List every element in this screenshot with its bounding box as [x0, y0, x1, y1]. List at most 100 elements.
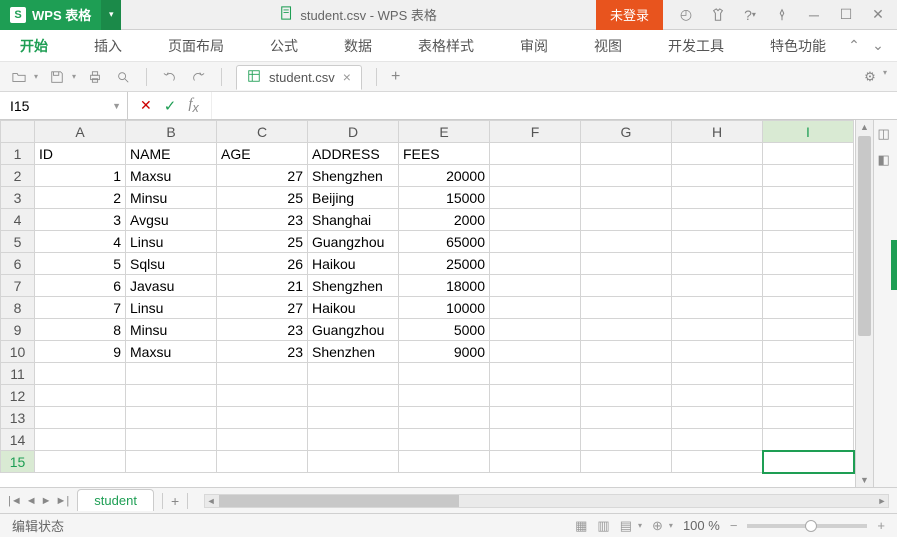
cell-B7[interactable]: Javasu: [126, 275, 217, 297]
scroll-down-icon[interactable]: ▼: [856, 473, 873, 487]
cell-G14[interactable]: [581, 429, 672, 451]
row-header-2[interactable]: 2: [1, 165, 35, 187]
tab-last-icon[interactable]: ►|: [56, 495, 70, 507]
cell-I14[interactable]: [763, 429, 854, 451]
row-header-14[interactable]: 14: [1, 429, 35, 451]
col-header-H[interactable]: H: [672, 121, 763, 143]
cell-F5[interactable]: [490, 231, 581, 253]
menu-item-3[interactable]: 公式: [268, 32, 300, 60]
cell-C3[interactable]: 25: [217, 187, 308, 209]
cell-F1[interactable]: [490, 143, 581, 165]
cell-E14[interactable]: [399, 429, 490, 451]
open-icon[interactable]: [10, 68, 28, 86]
cell-D6[interactable]: Haikou: [308, 253, 399, 275]
menu-item-2[interactable]: 页面布局: [166, 32, 226, 60]
menu-item-7[interactable]: 视图: [592, 32, 624, 60]
cell-A11[interactable]: [35, 363, 126, 385]
cell-D4[interactable]: Shanghai: [308, 209, 399, 231]
zoom-level[interactable]: 100 %: [683, 518, 720, 533]
cell-I10[interactable]: [763, 341, 854, 363]
zoom-slider[interactable]: [747, 524, 867, 528]
scroll-right-icon[interactable]: ►: [876, 495, 888, 507]
cell-D9[interactable]: Guangzhou: [308, 319, 399, 341]
cell-G12[interactable]: [581, 385, 672, 407]
cell-D11[interactable]: [308, 363, 399, 385]
cell-F8[interactable]: [490, 297, 581, 319]
cell-A10[interactable]: 9: [35, 341, 126, 363]
cell-C2[interactable]: 27: [217, 165, 308, 187]
cell-I1[interactable]: [763, 143, 854, 165]
cell-E9[interactable]: 5000: [399, 319, 490, 341]
cell-H11[interactable]: [672, 363, 763, 385]
cell-D1[interactable]: ADDRESS: [308, 143, 399, 165]
cell-H12[interactable]: [672, 385, 763, 407]
formula-input[interactable]: [211, 92, 897, 119]
tab-prev-icon[interactable]: ◄: [26, 495, 37, 507]
sync-icon[interactable]: ◴: [671, 0, 701, 30]
cell-H5[interactable]: [672, 231, 763, 253]
cell-E12[interactable]: [399, 385, 490, 407]
cell-G6[interactable]: [581, 253, 672, 275]
cell-A14[interactable]: [35, 429, 126, 451]
cell-A12[interactable]: [35, 385, 126, 407]
cell-A3[interactable]: 2: [35, 187, 126, 209]
cell-F4[interactable]: [490, 209, 581, 231]
cell-H6[interactable]: [672, 253, 763, 275]
cell-H7[interactable]: [672, 275, 763, 297]
row-header-7[interactable]: 7: [1, 275, 35, 297]
row-header-3[interactable]: 3: [1, 187, 35, 209]
col-header-I[interactable]: I: [763, 121, 854, 143]
maximize-button[interactable]: ☐: [831, 0, 861, 30]
cell-B2[interactable]: Maxsu: [126, 165, 217, 187]
cell-H3[interactable]: [672, 187, 763, 209]
row-header-13[interactable]: 13: [1, 407, 35, 429]
cell-I4[interactable]: [763, 209, 854, 231]
cell-D7[interactable]: Shengzhen: [308, 275, 399, 297]
cell-H1[interactable]: [672, 143, 763, 165]
add-sheet-icon[interactable]: +: [171, 493, 179, 509]
undo-icon[interactable]: [161, 68, 179, 86]
cell-E6[interactable]: 25000: [399, 253, 490, 275]
cell-F2[interactable]: [490, 165, 581, 187]
cell-I6[interactable]: [763, 253, 854, 275]
menu-item-6[interactable]: 审阅: [518, 32, 550, 60]
cell-D10[interactable]: Shenzhen: [308, 341, 399, 363]
cell-B3[interactable]: Minsu: [126, 187, 217, 209]
row-header-9[interactable]: 9: [1, 319, 35, 341]
tab-next-icon[interactable]: ►: [41, 495, 52, 507]
menu-item-5[interactable]: 表格样式: [416, 32, 476, 60]
cell-H14[interactable]: [672, 429, 763, 451]
cell-F11[interactable]: [490, 363, 581, 385]
sheet-tab-active[interactable]: student: [77, 489, 154, 511]
cell-I2[interactable]: [763, 165, 854, 187]
col-header-D[interactable]: D: [308, 121, 399, 143]
toolbar-settings-icon[interactable]: ⚙: [861, 68, 879, 86]
cell-G1[interactable]: [581, 143, 672, 165]
cell-I3[interactable]: [763, 187, 854, 209]
cell-G7[interactable]: [581, 275, 672, 297]
row-header-6[interactable]: 6: [1, 253, 35, 275]
cell-D12[interactable]: [308, 385, 399, 407]
cell-D15[interactable]: [308, 451, 399, 473]
login-button[interactable]: 未登录: [596, 0, 663, 30]
view-normal-icon[interactable]: ▦: [575, 518, 587, 534]
cell-G9[interactable]: [581, 319, 672, 341]
cell-F15[interactable]: [490, 451, 581, 473]
cell-G13[interactable]: [581, 407, 672, 429]
cell-E13[interactable]: [399, 407, 490, 429]
col-header-G[interactable]: G: [581, 121, 672, 143]
confirm-edit-icon[interactable]: ✓: [164, 97, 177, 115]
cell-E2[interactable]: 20000: [399, 165, 490, 187]
cell-H13[interactable]: [672, 407, 763, 429]
cell-A4[interactable]: 3: [35, 209, 126, 231]
cell-B10[interactable]: Maxsu: [126, 341, 217, 363]
cell-F6[interactable]: [490, 253, 581, 275]
cell-A15[interactable]: [35, 451, 126, 473]
cell-G11[interactable]: [581, 363, 672, 385]
cell-C6[interactable]: 26: [217, 253, 308, 275]
cell-G4[interactable]: [581, 209, 672, 231]
save-icon[interactable]: [48, 68, 66, 86]
cell-G8[interactable]: [581, 297, 672, 319]
cell-G3[interactable]: [581, 187, 672, 209]
cancel-edit-icon[interactable]: ✕: [140, 97, 152, 114]
